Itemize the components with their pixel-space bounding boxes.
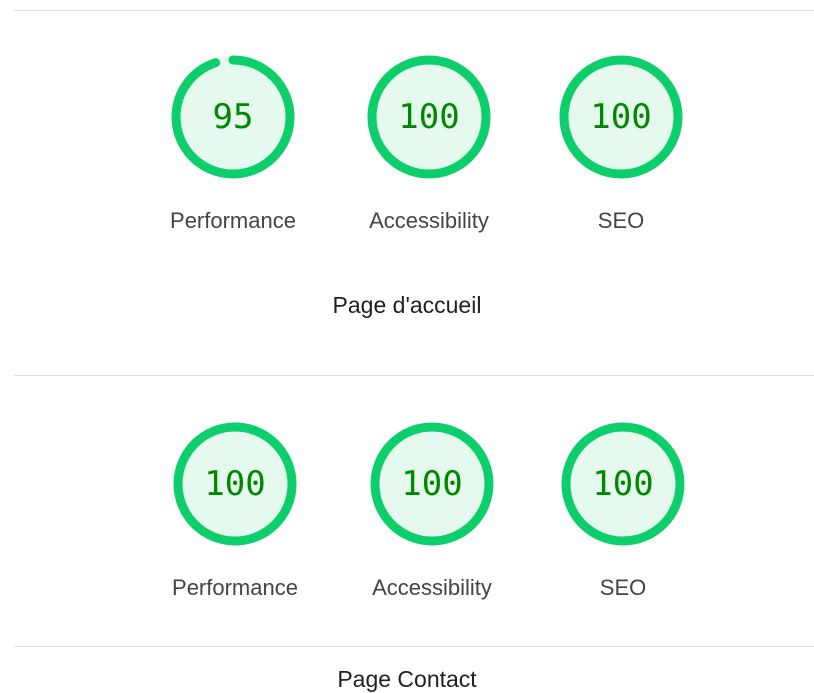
gauge-accessibility[interactable]: 100 Accessibility	[330, 52, 491, 233]
gauge-score: 100	[590, 97, 652, 137]
gauge-seo[interactable]: 100 SEO	[524, 419, 685, 600]
gauge-seo[interactable]: 100 SEO	[522, 52, 683, 233]
page-caption: Page d'accueil	[332, 292, 482, 318]
gauge-performance[interactable]: 100 Performance	[136, 419, 298, 600]
divider-middle	[14, 375, 814, 376]
gauge-accessibility[interactable]: 100 Accessibility	[333, 419, 494, 600]
gauge-score: 95	[212, 97, 254, 137]
gauge-label: SEO	[599, 575, 647, 600]
gauge-score: 100	[204, 464, 266, 504]
gauge-score: 100	[398, 97, 460, 137]
divider-top	[14, 10, 814, 11]
gauge-performance[interactable]: 95 Performance	[134, 52, 296, 233]
gauge-score: 100	[401, 464, 463, 504]
gauge-label: SEO	[597, 208, 645, 233]
gauge-score: 100	[592, 464, 654, 504]
divider-bottom	[14, 646, 814, 647]
page-caption: Page Contact	[337, 666, 477, 692]
